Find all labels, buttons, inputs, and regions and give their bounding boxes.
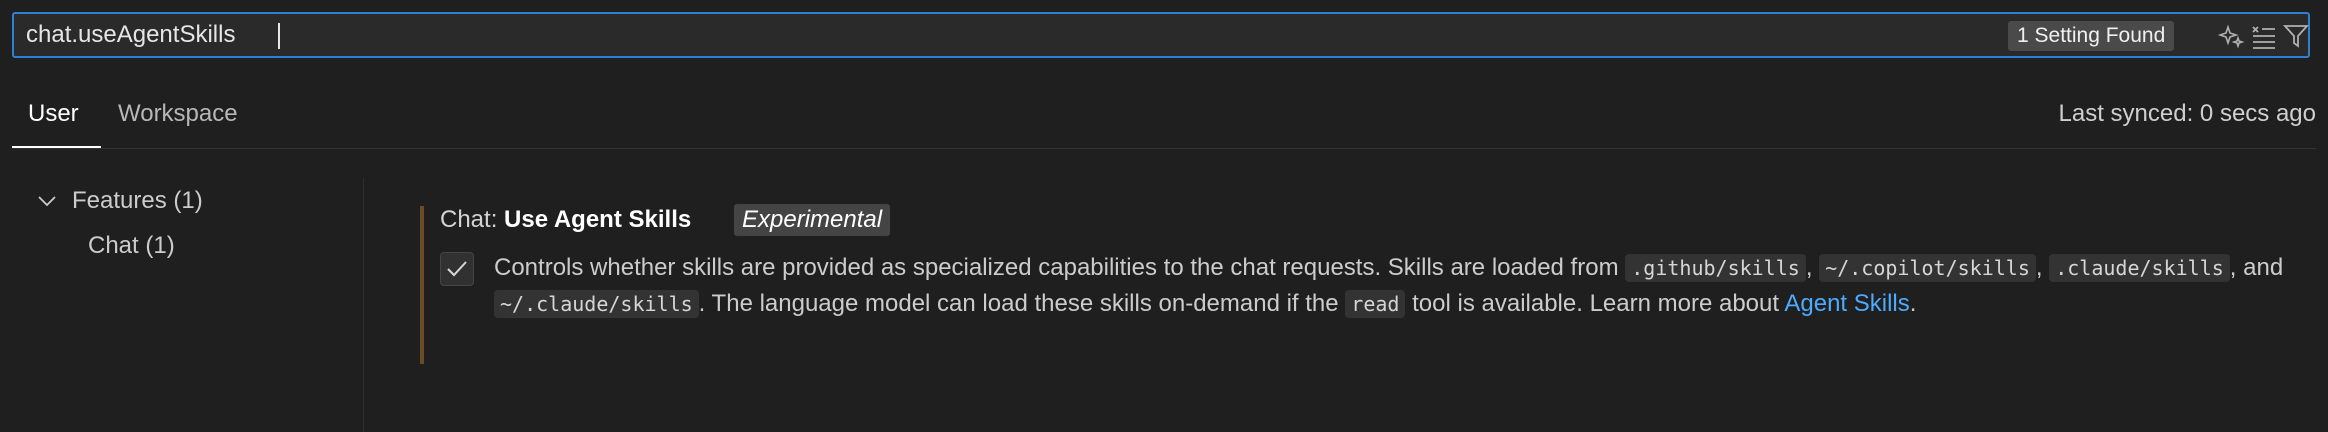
desc-text: . <box>1909 290 1917 317</box>
setting-category: Chat: <box>440 206 505 233</box>
settings-search-input[interactable] <box>26 14 1976 56</box>
desc-text: tool is available. Learn more about <box>1405 290 1785 317</box>
desc-text: . The language model can load these skil… <box>698 290 1346 317</box>
code-copilot-skills: ~/.copilot/skills <box>1819 254 2036 282</box>
results-count-badge: 1 Setting Found <box>2008 21 2175 51</box>
desc-text: Controls whether skills are provided as … <box>494 254 1626 281</box>
tree-item-chat[interactable]: Chat (1) <box>88 232 175 260</box>
check-icon <box>447 261 467 277</box>
modified-indicator <box>420 206 424 364</box>
tree-item-features[interactable]: Features (1) <box>72 187 203 215</box>
desc-text: , and <box>2229 254 2284 281</box>
code-github-skills: .github/skills <box>1625 254 1806 282</box>
code-home-claude-skills: ~/.claude/skills <box>494 290 699 318</box>
tab-workspace[interactable]: Workspace <box>118 100 238 128</box>
experimental-tag: Experimental <box>734 204 891 236</box>
text-caret <box>278 23 280 49</box>
setting-description: Controls whether skills are provided as … <box>494 250 2294 322</box>
tabs-divider <box>12 148 2316 149</box>
desc-text: , <box>2035 254 2050 281</box>
tab-user[interactable]: User <box>28 100 79 128</box>
settings-search-box[interactable]: 1 Setting Found <box>12 12 2310 58</box>
code-read: read <box>1345 290 1406 318</box>
chevron-down-icon[interactable] <box>36 190 58 212</box>
code-claude-skills: .claude/skills <box>2049 254 2230 282</box>
desc-text: , <box>1805 254 1820 281</box>
sparkle-icon[interactable] <box>2218 22 2246 50</box>
setting-title: Chat: Use Agent Skills <box>440 206 691 234</box>
agent-skills-link[interactable]: Agent Skills <box>1784 290 1909 317</box>
clear-filter-icon[interactable] <box>2250 22 2278 50</box>
filter-icon[interactable] <box>2282 22 2310 50</box>
setting-checkbox[interactable] <box>440 252 474 286</box>
setting-name: Use Agent Skills <box>504 206 692 233</box>
sync-status: Last synced: 0 secs ago <box>2058 100 2316 127</box>
tree-divider <box>363 178 364 432</box>
